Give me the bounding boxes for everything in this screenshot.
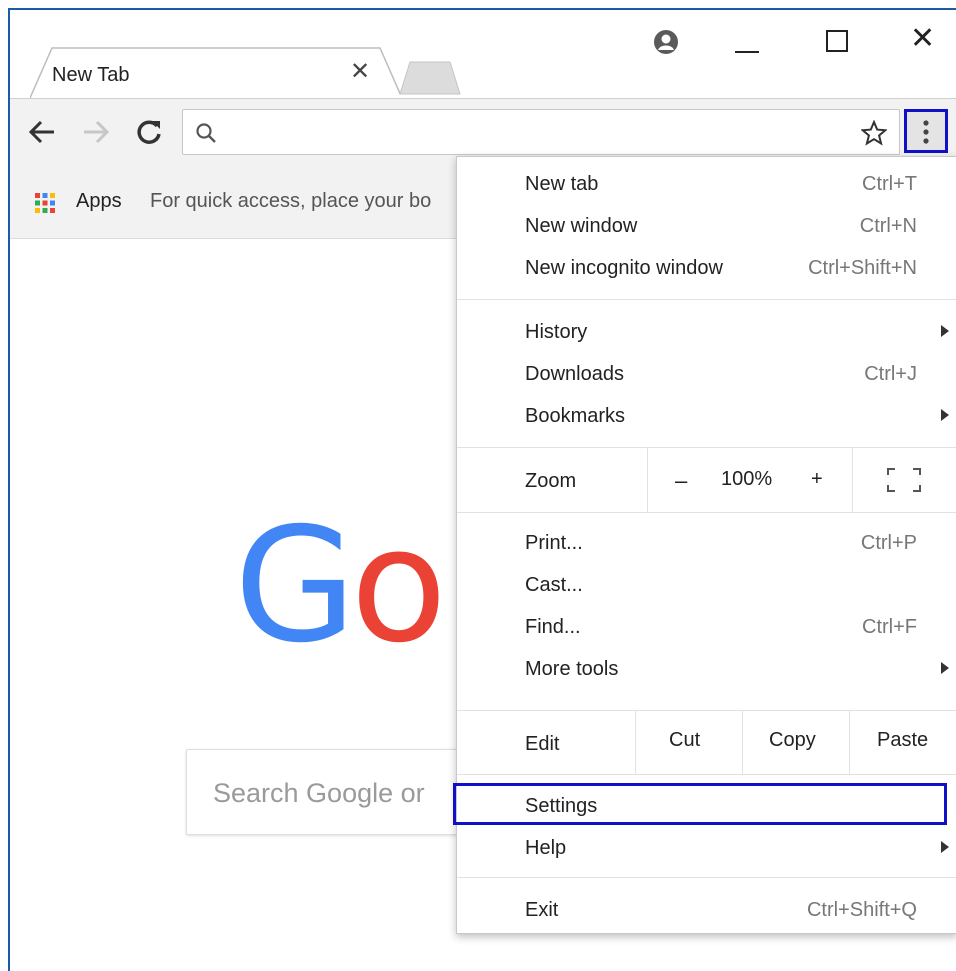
menu-item-label: Print... [525,532,583,554]
paste-button[interactable]: Paste [877,729,928,752]
menu-item-label: Cast... [525,574,583,596]
tab-strip: New Tab ✕ ✕ [10,10,956,98]
omnibox[interactable] [182,109,900,155]
menu-item-downloads[interactable]: Downloads Ctrl+J [457,353,956,395]
menu-zoom-row: Zoom – 100% + [457,448,956,512]
new-tab-shape [399,61,461,95]
submenu-arrow-icon [941,662,949,674]
menu-item-label: New incognito window [525,257,723,279]
menu-item-shortcut: Ctrl+P [860,532,917,554]
zoom-level: 100% [721,468,773,490]
zoom-out-button[interactable]: – [675,468,687,494]
zoom-divider [852,448,853,512]
tab-close-icon[interactable]: ✕ [350,60,370,84]
menu-item-label: Exit [525,899,559,921]
cut-button[interactable]: Cut [669,729,700,752]
submenu-arrow-icon [941,409,949,421]
menu-item-label: Bookmarks [525,405,626,427]
zoom-in-button[interactable]: + [811,468,823,491]
menu-item-label: New window [525,215,638,237]
menu-item-history[interactable]: History [457,311,956,353]
zoom-divider [647,448,648,512]
menu-item-label: Downloads [525,363,624,385]
menu-item-cast[interactable]: Cast... [457,564,956,606]
menu-item-shortcut: Ctrl+Shift+Q [806,899,917,921]
menu-item-shortcut: Ctrl+N [859,215,917,237]
menu-item-label: New tab [525,173,599,195]
maximize-icon[interactable] [826,30,848,52]
search-icon [195,122,217,149]
menu-divider [457,774,956,775]
logo-letter-g: G [234,494,356,678]
menu-item-new-incognito-window[interactable]: New incognito window Ctrl+Shift+N [457,247,956,289]
menu-item-label: More tools [525,658,619,680]
menu-button[interactable] [904,109,948,153]
menu-edit-row: Edit Cut Copy Paste [457,711,956,775]
apps-grid-icon[interactable] [34,192,56,219]
logo-letter-o: o [350,494,447,678]
zoom-label: Zoom [525,470,577,492]
edit-divider [849,711,850,775]
menu-item-shortcut: Ctrl+Shift+N [808,257,917,279]
minimize-icon[interactable] [734,34,760,60]
menu-item-label: Find... [525,616,581,638]
close-icon[interactable]: ✕ [910,24,935,54]
menu-item-label: Help [525,837,567,859]
edit-label: Edit [525,733,560,755]
search-placeholder: Search Google or [213,778,425,808]
kebab-menu-icon [923,120,929,144]
menu-item-exit[interactable]: Exit Ctrl+Shift+Q [457,889,956,931]
menu-divider [457,512,956,513]
menu-item-bookmarks[interactable]: Bookmarks [457,395,956,437]
forward-arrow-icon[interactable] [82,119,110,150]
submenu-arrow-icon [941,325,949,337]
profile-icon[interactable] [652,28,680,61]
menu-item-print[interactable]: Print... Ctrl+P [457,522,956,564]
settings-highlight [453,783,947,825]
bookmarks-hint: For quick access, place your bo [150,190,432,212]
copy-button[interactable]: Copy [769,729,816,752]
menu-item-shortcut: Ctrl+F [862,616,917,638]
google-logo: Go [234,507,447,665]
menu-item-shortcut: Ctrl+T [862,173,917,195]
menu-item-more-tools[interactable]: More tools [457,648,956,690]
star-icon[interactable] [860,119,888,151]
menu-item-shortcut: Ctrl+J [864,363,917,385]
browser-window: New Tab ✕ ✕ Apps For quick access, place… [8,8,956,971]
tab-new-tab[interactable]: New Tab ✕ [30,46,400,98]
reload-icon[interactable] [134,117,164,152]
new-tab-button[interactable] [398,60,462,101]
menu-item-new-window[interactable]: New window Ctrl+N [457,205,956,247]
edit-divider [635,711,636,775]
menu-divider [457,299,956,300]
back-arrow-icon[interactable] [28,119,56,150]
fullscreen-icon[interactable] [887,468,921,498]
edit-divider [742,711,743,775]
chrome-menu: New tab Ctrl+T New window Ctrl+N New inc… [453,156,956,934]
menu-divider [457,877,956,878]
apps-link[interactable]: Apps [76,190,122,213]
menu-item-help[interactable]: Help [457,827,956,869]
menu-item-label: History [525,321,588,343]
submenu-arrow-icon [941,841,949,853]
tab-title: New Tab [52,64,130,86]
menu-item-new-tab[interactable]: New tab Ctrl+T [457,163,956,205]
menu-item-find[interactable]: Find... Ctrl+F [457,606,956,648]
